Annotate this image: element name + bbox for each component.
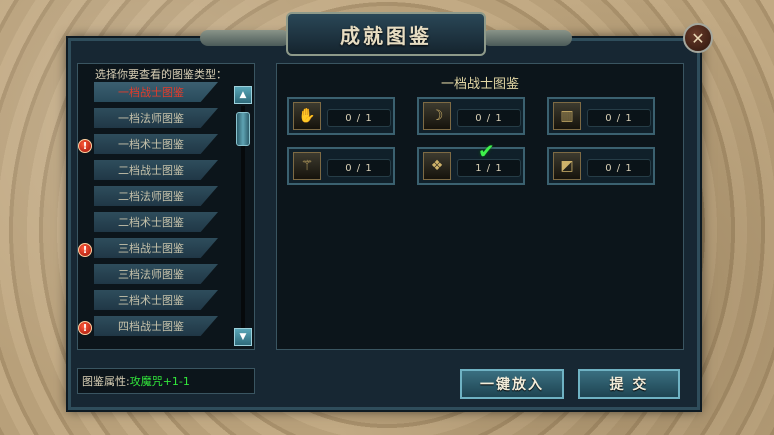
catalog-slot[interactable]: ▥ 0 / 1 xyxy=(547,97,655,135)
attribute-label: 图鉴属性: xyxy=(82,375,130,388)
category-item[interactable]: 四档战士图鉴 xyxy=(94,316,218,336)
boots-icon: ◩ xyxy=(553,152,581,180)
category-list: 一档战士图鉴 一档法师图鉴 一档术士图鉴 二档战士图鉴 二档法师图鉴 二档术士图鉴 三档战士… xyxy=(94,82,218,348)
close-icon: ✕ xyxy=(691,28,705,48)
window-title: 成就图鉴 xyxy=(286,12,486,56)
scroll-down-button[interactable]: ▼ xyxy=(234,328,252,346)
bracer-icon: ▥ xyxy=(553,102,581,130)
category-item[interactable]: 二档战士图鉴 xyxy=(94,160,218,180)
category-item[interactable]: 三档法师图鉴 xyxy=(94,264,218,284)
category-item[interactable]: 一档术士图鉴 xyxy=(94,134,218,154)
slot-count: 0 / 1 xyxy=(327,159,391,177)
auto-place-button[interactable]: 一键放入 xyxy=(460,369,564,399)
slot-count: 0 / 1 xyxy=(457,109,521,127)
category-hint: 选择你要查看的图鉴类型： xyxy=(95,68,227,81)
catalog-slot[interactable]: ⚚ 0 / 1 xyxy=(287,147,395,185)
catalog-slot[interactable]: ❖ 1 / 1 ✔ xyxy=(417,139,525,185)
catalog-slot[interactable]: ✋ 0 / 1 xyxy=(287,97,395,135)
arrow-up-icon: ▲ xyxy=(239,90,247,100)
alert-icon: ! xyxy=(78,139,92,153)
section-title: 一档战士图鉴 xyxy=(440,77,519,92)
alert-icon: ! xyxy=(78,243,92,257)
submit-button[interactable]: 提 交 xyxy=(578,369,680,399)
category-item[interactable]: 一档战士图鉴 xyxy=(94,82,218,102)
category-item[interactable]: 三档战士图鉴 xyxy=(94,238,218,258)
staff-icon: ⚚ xyxy=(293,152,321,180)
slot-count: 0 / 1 xyxy=(587,159,651,177)
catalog-slot[interactable]: ☽ 0 / 1 xyxy=(417,97,525,135)
glove-icon: ✋ xyxy=(293,102,321,130)
category-item[interactable]: 三档术士图鉴 xyxy=(94,290,218,310)
category-scrollbar[interactable]: ▲ ▼ xyxy=(234,86,252,348)
catalog-slot[interactable]: ◩ 0 / 1 xyxy=(547,147,655,185)
attribute-value: 攻魔咒+1-1 xyxy=(129,375,190,388)
scroll-up-button[interactable]: ▲ xyxy=(234,86,252,104)
slot-count: 0 / 1 xyxy=(587,109,651,127)
close-button[interactable]: ✕ xyxy=(683,23,713,53)
horn-icon: ☽ xyxy=(423,102,451,130)
alert-icon: ! xyxy=(78,321,92,335)
category-item[interactable]: 一档法师图鉴 xyxy=(94,108,218,128)
catalog-attribute-box: 图鉴属性: 攻魔咒+1-1 xyxy=(77,368,255,394)
title-ornament-right xyxy=(482,30,572,46)
belt-icon: ❖ xyxy=(423,152,451,180)
arrow-down-icon: ▼ xyxy=(239,332,247,342)
check-icon: ✔ xyxy=(478,139,495,163)
title-ornament-left xyxy=(200,30,290,46)
slot-count: 0 / 1 xyxy=(327,109,391,127)
category-item[interactable]: 二档术士图鉴 xyxy=(94,212,218,232)
category-item[interactable]: 二档法师图鉴 xyxy=(94,186,218,206)
scroll-thumb[interactable] xyxy=(236,112,250,146)
